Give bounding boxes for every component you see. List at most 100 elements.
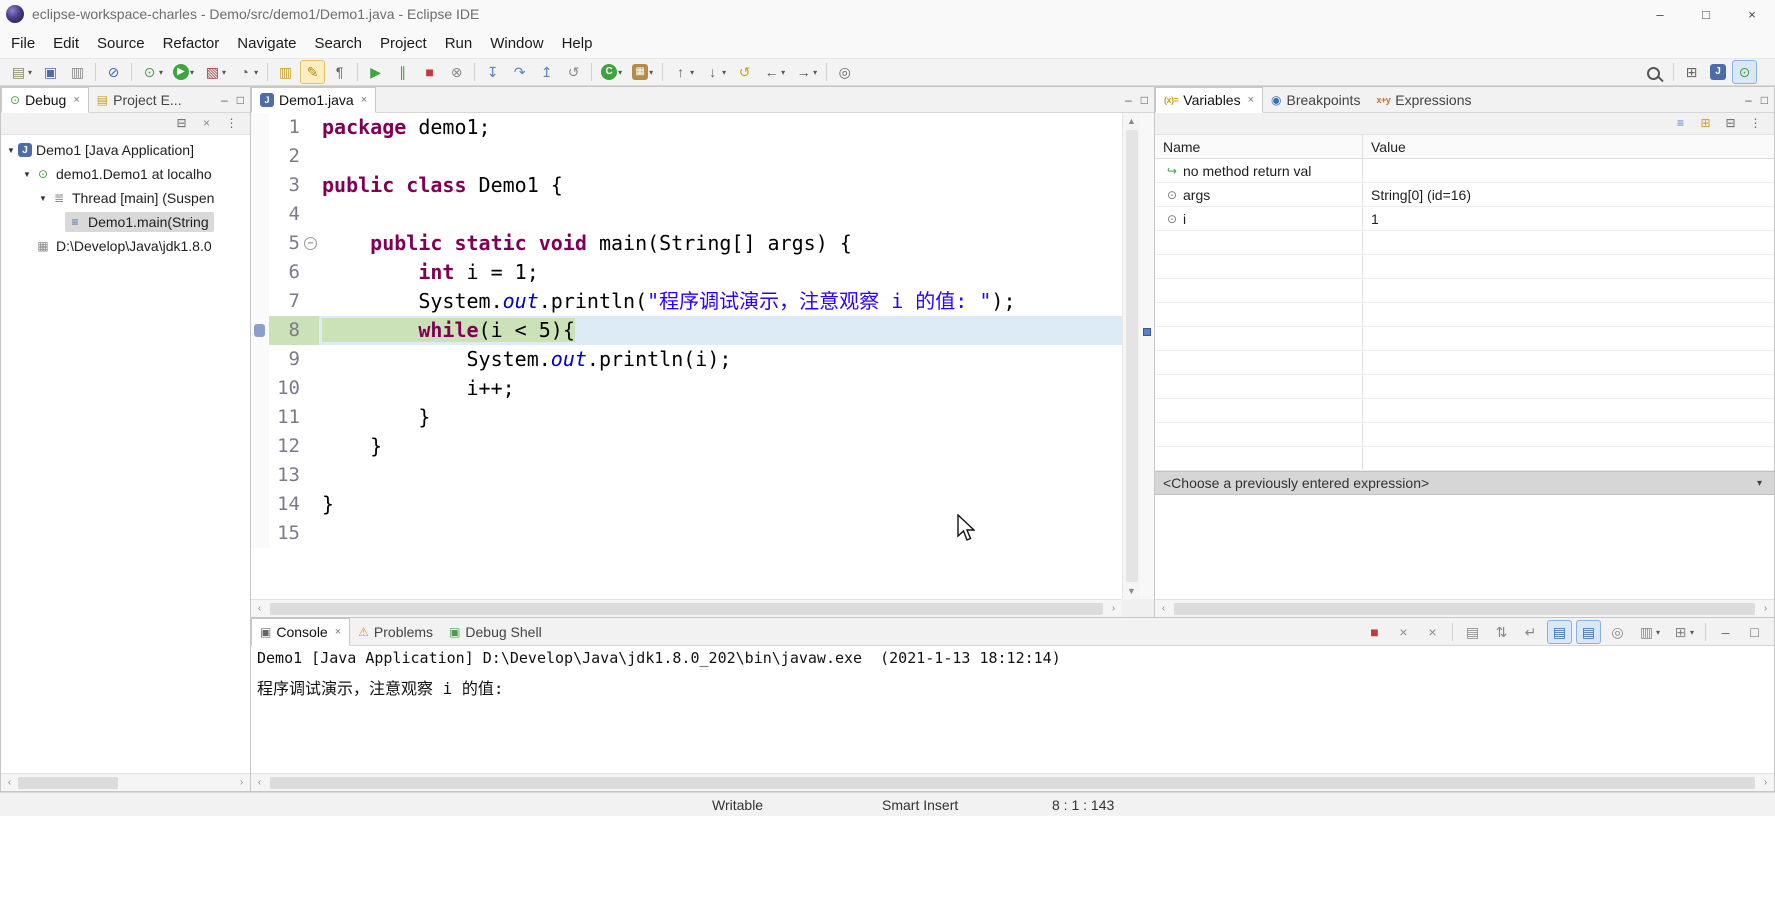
forward-dropdown[interactable]: ▾ — [813, 68, 817, 77]
annotation-ruler-cell[interactable] — [251, 519, 269, 548]
expression-combo[interactable]: <Choose a previously entered expression>… — [1155, 471, 1774, 495]
tab-expressions[interactable]: x+yExpressions — [1368, 87, 1479, 112]
tree-expander-icon[interactable]: ▼ — [21, 170, 33, 179]
scroll-right-icon[interactable]: › — [1105, 603, 1122, 614]
debug-dropdown[interactable]: ▾ — [159, 68, 163, 77]
drop-to-frame-button[interactable]: ↺ — [561, 60, 586, 84]
code-line-6[interactable]: 6 int i = 1; — [251, 258, 1122, 287]
profile-dropdown[interactable]: ▾ — [254, 68, 258, 77]
variables-horizontal-scrollbar[interactable]: ‹ › — [1155, 599, 1774, 617]
annotation-ruler-cell[interactable] — [251, 403, 269, 432]
variable-row-i[interactable]: ⊙i1 — [1155, 207, 1774, 231]
previous-annotation-button[interactable]: ↑▾ — [668, 60, 698, 84]
editor-vertical-scrollbar[interactable]: ▲ ▼ — [1122, 113, 1140, 599]
maximize-view-button[interactable]: □ — [237, 93, 244, 107]
code-line-2[interactable]: 2 — [251, 142, 1122, 171]
search-button[interactable] — [1641, 60, 1668, 84]
variable-row-no-method-return-val[interactable]: ↪no method return val — [1155, 159, 1774, 183]
tab-debug-shell[interactable]: ▣Debug Shell — [441, 618, 550, 645]
close-window-button[interactable]: × — [1729, 0, 1775, 28]
scroll-lock-button[interactable]: ⇅ — [1489, 620, 1514, 644]
annotation-ruler-cell[interactable] — [251, 287, 269, 316]
step-into-button[interactable]: ↧ — [480, 60, 505, 84]
show-logical-structures-button[interactable]: ⊞ — [1694, 114, 1717, 134]
code-line-9[interactable]: 9 System.out.println(i); — [251, 345, 1122, 374]
close-tab-icon[interactable]: × — [73, 94, 79, 106]
annotation-ruler-cell[interactable] — [251, 432, 269, 461]
collapse-all-button[interactable]: ⊟ — [1719, 114, 1742, 134]
pin-editor-button[interactable]: ◎ — [832, 60, 857, 84]
annotation-ruler-cell[interactable] — [251, 374, 269, 403]
scrollbar-thumb[interactable] — [270, 777, 1755, 789]
code-line-13[interactable]: 13 — [251, 461, 1122, 490]
scroll-right-icon[interactable]: › — [233, 777, 250, 788]
code-line-7[interactable]: 7 System.out.println("程序调试演示，注意观察 i 的值: … — [251, 287, 1122, 316]
tree-expander-icon[interactable]: ▼ — [5, 146, 17, 155]
step-over-button[interactable]: ↷ — [507, 60, 532, 84]
tree-expander-icon[interactable]: ▼ — [37, 194, 49, 203]
tab-problems[interactable]: ⚠Problems — [350, 618, 441, 645]
show-type-names-button[interactable]: ≡ — [1669, 114, 1692, 134]
suspend-button[interactable]: ∥ — [390, 60, 415, 84]
code-line-10[interactable]: 10 i++; — [251, 374, 1122, 403]
tab-console[interactable]: ▣Console× — [251, 618, 350, 646]
menu-help[interactable]: Help — [553, 31, 602, 56]
scroll-left-icon[interactable]: ‹ — [1155, 603, 1172, 614]
menu-source[interactable]: Source — [88, 31, 154, 56]
menu-run[interactable]: Run — [436, 31, 482, 56]
back-dropdown[interactable]: ▾ — [781, 68, 785, 77]
new-java-class-button[interactable]: C▾ — [597, 60, 626, 84]
new-java-package-button[interactable]: ▦▾ — [628, 60, 657, 84]
back-button[interactable]: ←▾ — [759, 60, 789, 84]
word-wrap-button[interactable]: ↵ — [1518, 620, 1543, 644]
remove-all-terminated-button[interactable]: × — [195, 114, 218, 134]
previous-annotation-dropdown[interactable]: ▾ — [690, 68, 694, 77]
new-wizard-dropdown[interactable]: ▾ — [28, 68, 32, 77]
terminate-button[interactable]: ■ — [417, 60, 442, 84]
tab-debug[interactable]: ⊙Debug× — [1, 87, 89, 113]
scrollbar-thumb[interactable] — [18, 777, 118, 789]
code-line-14[interactable]: 14} — [251, 490, 1122, 519]
scroll-right-icon[interactable]: › — [1757, 777, 1774, 788]
menu-file[interactable]: File — [2, 31, 44, 56]
console-horizontal-scrollbar[interactable]: ‹ › — [251, 773, 1774, 791]
menu-refactor[interactable]: Refactor — [154, 31, 229, 56]
new-java-class-dropdown[interactable]: ▾ — [618, 68, 622, 77]
annotation-ruler-cell[interactable] — [251, 229, 269, 258]
code-line-4[interactable]: 4 — [251, 200, 1122, 229]
annotation-ruler-cell[interactable] — [251, 345, 269, 374]
overview-current-line-marker[interactable] — [1143, 328, 1151, 336]
scroll-left-icon[interactable]: ‹ — [1, 777, 18, 788]
menu-edit[interactable]: Edit — [44, 31, 88, 56]
tree-item-demo1-demo1-at-localho[interactable]: ▼⊙demo1.Demo1 at localho — [1, 162, 250, 186]
save-button[interactable]: ▣ — [38, 60, 63, 84]
code-line-12[interactable]: 12 } — [251, 432, 1122, 461]
coverage-button[interactable]: ▧▾ — [200, 60, 230, 84]
scrollbar-thumb[interactable] — [270, 603, 1103, 615]
display-selected-console-dropdown[interactable]: ▾ — [1656, 628, 1660, 637]
new-java-package-dropdown[interactable]: ▾ — [649, 68, 653, 77]
annotation-ruler-cell[interactable] — [251, 258, 269, 287]
code-editor[interactable]: 1package demo1;23public class Demo1 {45−… — [251, 113, 1122, 599]
variable-detail-pane[interactable] — [1155, 495, 1774, 601]
annotation-ruler-cell[interactable] — [251, 171, 269, 200]
run-button[interactable]: ▶▾ — [169, 60, 198, 84]
print-button[interactable]: ▥ — [65, 60, 90, 84]
close-tab-icon[interactable]: × — [361, 94, 367, 106]
column-header-value[interactable]: Value — [1363, 139, 1774, 155]
disconnect-button[interactable]: ⊗ — [444, 60, 469, 84]
view-menu-button[interactable]: ⋮ — [220, 114, 243, 134]
variable-row-args[interactable]: ⊙argsString[0] (id=16) — [1155, 183, 1774, 207]
column-header-name[interactable]: Name — [1155, 135, 1363, 158]
code-line-3[interactable]: 3public class Demo1 { — [251, 171, 1122, 200]
scroll-right-icon[interactable]: › — [1757, 603, 1774, 614]
minimize-view-button[interactable]: – — [221, 93, 228, 107]
scroll-left-icon[interactable]: ‹ — [251, 777, 268, 788]
tab-variables[interactable]: (x)=Variables× — [1155, 87, 1263, 113]
annotation-ruler-cell[interactable] — [251, 490, 269, 519]
new-wizard-button[interactable]: ▤▾ — [6, 60, 36, 84]
maximize-view-button[interactable]: □ — [1141, 93, 1148, 107]
annotation-ruler-cell[interactable] — [251, 200, 269, 229]
debug-perspective-button[interactable]: ⊙ — [1732, 60, 1757, 84]
skip-all-breakpoints-button[interactable]: ⊘ — [101, 60, 126, 84]
